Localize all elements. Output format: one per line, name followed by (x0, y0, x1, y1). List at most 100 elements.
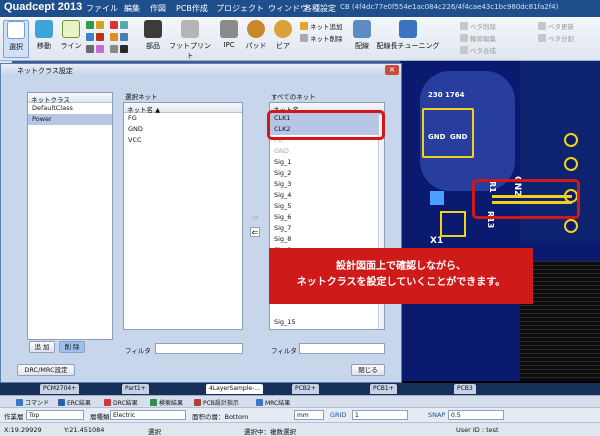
doc-tab-active[interactable]: 4LayerSample-... (206, 384, 263, 394)
netclass-header: ネットクラス (28, 93, 112, 104)
beta-delete-icon (460, 22, 468, 30)
gnd-label-2: GND (450, 133, 468, 141)
move-tool-button[interactable]: 移動 (33, 20, 55, 51)
selected-net-item[interactable]: GND (124, 124, 242, 135)
via-tool-button[interactable]: ビア (272, 20, 294, 51)
menu-settings[interactable]: 各種設定 (304, 3, 336, 14)
ribbon-toolbar: 選択 移動 ライン 部品 フットプリント IPC パッド ビア ネット追加 ネッ… (0, 17, 600, 61)
add-netclass-button[interactable]: 追 加 (29, 341, 55, 353)
selected-filter-input[interactable] (155, 343, 243, 354)
small-tool-icons-6[interactable] (110, 45, 130, 54)
wiring-tool-button[interactable]: 配線 (350, 20, 374, 51)
tab-mrc[interactable]: MRC結果 (256, 398, 290, 407)
arrow-left-icon[interactable]: ⇐ (250, 227, 260, 237)
menu-project[interactable]: プロジェクト (216, 3, 264, 14)
all-net-item[interactable]: Sig_1 (270, 157, 384, 168)
all-net-item[interactable]: Sig_8 (270, 234, 384, 245)
beta-edit-button[interactable]: 輪郭編集 (460, 33, 496, 43)
pcb-instruction-icon (194, 399, 201, 406)
line-icon (62, 20, 80, 38)
command-icon (16, 399, 23, 406)
selected-net-col-header[interactable]: ネット名 ▲ (124, 103, 242, 114)
ipc-tool-button[interactable]: IPC (218, 20, 240, 49)
all-net-item[interactable]: Sig_5 (270, 201, 384, 212)
footprint-tool-button[interactable]: フットプリント (166, 20, 214, 61)
doc-tab[interactable]: Part1+ (122, 384, 149, 394)
netclass-list[interactable]: ネットクラス DefaultClass Power (27, 92, 113, 340)
arrow-right-icon[interactable]: ⇒ (250, 213, 260, 223)
close-icon: × (388, 65, 396, 74)
ipc-label: IPC (223, 41, 235, 49)
all-net-item-last[interactable]: Sig_15 (270, 317, 300, 328)
small-tool-icons-5[interactable] (110, 33, 130, 42)
menu-pcb[interactable]: PCB作成 (176, 3, 208, 14)
tab-erc[interactable]: ERC結果 (58, 398, 91, 407)
ipc-icon (220, 20, 238, 38)
tab-command[interactable]: コマンド (16, 398, 49, 407)
doc-tab[interactable]: PCB1+ (370, 384, 397, 394)
dialog-close-button[interactable]: × (385, 65, 399, 75)
selected-net-list[interactable]: ネット名 ▲ FG GND VCC (123, 102, 243, 330)
grid-select[interactable]: 1 (352, 410, 408, 420)
small-tool-icons-4[interactable] (110, 21, 130, 30)
netclass-item[interactable]: Power (28, 114, 112, 125)
all-net-item[interactable]: Sig_4 (270, 190, 384, 201)
all-net-item[interactable]: GND (270, 146, 384, 157)
snap-select[interactable]: 0.5 (448, 410, 504, 420)
pad-tool-button[interactable]: パッド (244, 20, 268, 51)
doc-tab[interactable]: PCM2704+ (40, 384, 80, 394)
small-tool-icons-2[interactable] (86, 33, 106, 42)
all-net-item[interactable]: Sig_6 (270, 212, 384, 223)
all-net-item[interactable]: Sig_2 (270, 168, 384, 179)
via-label: ビア (276, 42, 290, 50)
beta-split-button[interactable]: ベタ分割 (538, 33, 574, 43)
all-net-item[interactable]: Sig_7 (270, 223, 384, 234)
delete-netclass-button[interactable]: 削 除 (59, 341, 85, 353)
pcb-board-view[interactable]: 230 1764 GND GND X1 CN2 R1 R13 (400, 61, 600, 381)
wiring-label: 配線 (355, 42, 369, 50)
snap-label[interactable]: SNAP (428, 411, 445, 419)
net-delete-button[interactable]: ネット削除 (300, 33, 343, 43)
wiring-tuning-button[interactable]: 配線長チューニング (376, 20, 440, 51)
layer-group-select[interactable]: Electric (110, 410, 186, 420)
selected-net-item[interactable]: FG (124, 113, 242, 124)
part-tool-button[interactable]: 部品 (140, 20, 166, 51)
doc-tab[interactable]: PCB3 (454, 384, 476, 394)
beta-merge-icon (460, 46, 468, 54)
unit-select[interactable]: mm (294, 410, 324, 420)
small-tool-icons-1[interactable] (86, 21, 106, 30)
mode-text: 選択 (148, 428, 161, 436)
filter-label-2: フィルタ (271, 347, 297, 355)
selected-net-item[interactable]: VCC (124, 135, 242, 146)
beta-merge-button[interactable]: ベタ合成 (460, 45, 496, 55)
wiring-tuning-label: 配線長チューニング (376, 42, 440, 50)
small-tool-icons-3[interactable] (86, 45, 106, 54)
menu-file[interactable]: ファイル (86, 3, 118, 14)
status-bar: X:19.29929 Y:21.451084 選択 選択中：複数選択 User … (0, 422, 600, 436)
menu-draw[interactable]: 作図 (150, 3, 166, 14)
menu-window[interactable]: ウィンドウ (268, 3, 308, 14)
menu-edit[interactable]: 編集 (124, 3, 140, 14)
beta-update-button[interactable]: ベタ更新 (538, 21, 574, 31)
work-layer-select[interactable]: Top (26, 410, 84, 420)
callout-line-1: 設計図面上で確認しながら、 (336, 261, 466, 272)
tab-drc[interactable]: DRC結果 (104, 398, 138, 407)
doc-tab[interactable]: PCB2+ (292, 384, 319, 394)
tab-search[interactable]: 検索結果 (150, 398, 183, 407)
all-net-item[interactable]: Sig_3 (270, 179, 384, 190)
tab-pcb-instruction[interactable]: PCB設計指示 (194, 398, 239, 407)
netclass-item[interactable]: DefaultClass (28, 103, 112, 114)
highlight-box-board (472, 179, 580, 219)
erc-icon (58, 399, 65, 406)
grid-label[interactable]: GRID (330, 411, 346, 419)
drc-mrc-settings-button[interactable]: DRC/MRC設定 (17, 364, 75, 376)
line-label: ライン (60, 42, 82, 50)
all-filter-input[interactable] (299, 343, 385, 354)
x-coordinate: X:19.29929 (4, 426, 42, 434)
net-add-icon (300, 22, 308, 30)
net-add-button[interactable]: ネット追加 (300, 21, 343, 31)
select-tool-button[interactable]: 選択 (3, 20, 29, 58)
beta-delete-button[interactable]: ベタ削除 (460, 21, 496, 31)
close-button[interactable]: 閉じる (351, 364, 385, 376)
line-tool-button[interactable]: ライン (59, 20, 83, 51)
